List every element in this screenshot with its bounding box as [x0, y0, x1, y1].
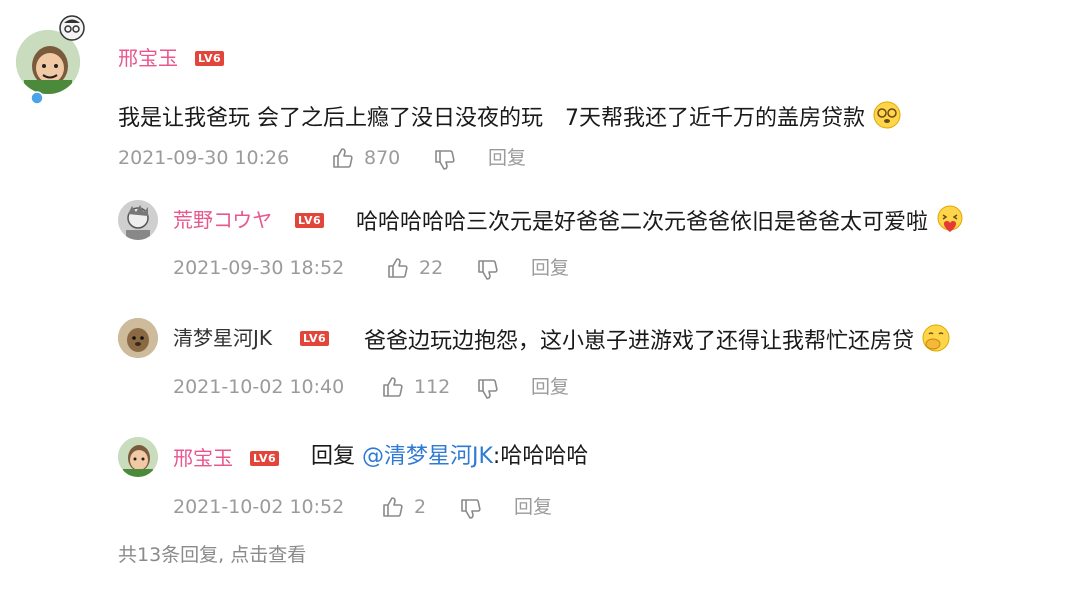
reply-button[interactable]: 回复 — [531, 256, 569, 280]
avatar-deco-icon — [58, 14, 86, 42]
comment-text: 我是让我爸玩 会了之后上瘾了没日没夜的玩 7天帮我还了近千万的盖房贷款 — [118, 100, 904, 134]
heart-hug-face-icon — [935, 204, 967, 234]
reply-button[interactable]: 回复 — [514, 495, 552, 519]
dislike-icon[interactable] — [433, 148, 457, 172]
avatar[interactable] — [118, 437, 158, 477]
username[interactable]: 邢宝玉 — [173, 446, 233, 470]
like-count: 22 — [419, 257, 444, 279]
level-badge: LV6 — [295, 213, 325, 228]
reply-text: 回复 @清梦星河JK:哈哈哈哈 — [311, 442, 588, 472]
timestamp: 2021-09-30 10:26 — [118, 147, 290, 169]
like-count: 2 — [414, 496, 427, 518]
timestamp: 2021-09-30 18:52 — [173, 257, 345, 279]
username[interactable]: 邢宝玉 — [118, 46, 178, 70]
comment-body: 我是让我爸玩 会了之后上瘾了没日没夜的玩 7天帮我还了近千万的盖房贷款 — [118, 106, 865, 131]
dizzy-face-icon — [872, 100, 904, 130]
dislike-icon[interactable] — [459, 497, 483, 521]
dislike-icon[interactable] — [476, 377, 500, 401]
reply-text: 哈哈哈哈哈三次元是好爸爸二次元爸爸依旧是爸爸太可爱啦 — [356, 204, 967, 238]
username[interactable]: 清梦星河JK — [173, 326, 272, 350]
username[interactable]: 荒野コウヤ — [173, 208, 272, 232]
like-count: 112 — [414, 376, 451, 398]
level-badge: LV6 — [300, 331, 330, 346]
reply-button[interactable]: 回复 — [488, 146, 526, 170]
dislike-icon[interactable] — [476, 258, 500, 282]
avatar[interactable] — [118, 318, 158, 358]
like-icon[interactable] — [381, 495, 405, 519]
timestamp: 2021-10-02 10:40 — [173, 376, 345, 398]
avatar[interactable] — [118, 200, 158, 240]
reply-prefix: 回复 — [311, 444, 362, 469]
like-icon[interactable] — [381, 375, 405, 399]
more-replies-link[interactable]: 共13条回复, 点击查看 — [118, 543, 306, 567]
like-count: 870 — [364, 147, 401, 169]
reply-button[interactable]: 回复 — [531, 375, 569, 399]
timestamp: 2021-10-02 10:52 — [173, 496, 345, 518]
like-icon[interactable] — [331, 146, 355, 170]
level-badge: LV6 — [250, 451, 280, 466]
reply-text: 爸爸边玩边抱怨，这小崽子进游戏了还得让我帮忙还房贷 — [364, 323, 953, 357]
avatar-badge-icon — [30, 90, 44, 105]
reply-body: 爸爸边玩边抱怨，这小崽子进游戏了还得让我帮忙还房贷 — [364, 329, 915, 354]
reply-body: 哈哈哈哈哈三次元是好爸爸二次元爸爸依旧是爸爸太可爱啦 — [356, 210, 929, 235]
like-icon[interactable] — [386, 256, 410, 280]
level-badge: LV6 — [195, 51, 225, 66]
reply-body: :哈哈哈哈 — [492, 444, 589, 469]
hand-over-mouth-face-icon — [921, 323, 953, 353]
mention-link[interactable]: @清梦星河JK — [362, 444, 493, 469]
